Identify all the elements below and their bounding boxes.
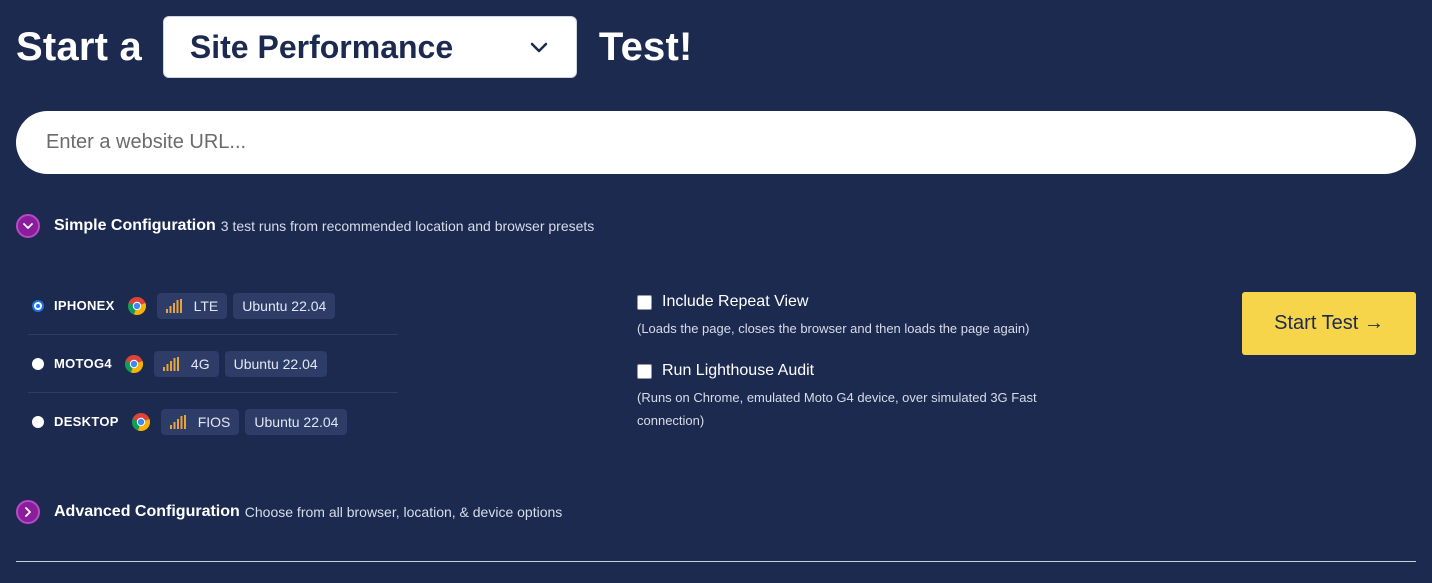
lighthouse-checkbox[interactable] xyxy=(637,363,652,379)
chrome-icon xyxy=(131,412,150,431)
test-options: Include Repeat View (Loads the page, clo… xyxy=(637,293,1097,448)
chrome-icon xyxy=(127,296,146,315)
headline-suffix: Test! xyxy=(598,24,693,69)
start-test-button[interactable]: Start Test → xyxy=(1242,292,1416,355)
preset-list: IPHONEX LTE Ubuntu 22.04 MOTOG4 4G Ubunt… xyxy=(28,277,398,450)
simple-config-description: 3 test runs from recommended location an… xyxy=(220,218,595,234)
lighthouse-label[interactable]: Run Lighthouse Audit xyxy=(637,362,1097,380)
connection-label: LTE xyxy=(193,297,219,314)
os-chip: Ubuntu 22.04 xyxy=(233,292,336,319)
preset-row-desktop[interactable]: DESKTOP FIOS Ubuntu 22.04 xyxy=(28,393,398,450)
signal-bars-icon xyxy=(169,414,186,429)
advanced-config-toggle[interactable]: Advanced Configuration Choose from all b… xyxy=(16,500,562,524)
signal-bars-icon xyxy=(165,298,182,313)
preset-row-motog4[interactable]: MOTOG4 4G Ubuntu 22.04 xyxy=(28,335,398,393)
advanced-config-description: Choose from all browser, location, & dev… xyxy=(244,504,563,520)
test-type-select[interactable]: Site Performance xyxy=(162,16,577,78)
simple-config-toggle[interactable]: Simple Configuration 3 test runs from re… xyxy=(16,214,594,238)
preset-radio[interactable] xyxy=(32,357,44,370)
repeat-view-label[interactable]: Include Repeat View xyxy=(637,293,1097,311)
os-chip: Ubuntu 22.04 xyxy=(224,350,327,377)
chevron-down-circle-icon xyxy=(16,214,40,238)
preset-device: DESKTOP xyxy=(54,414,119,429)
os-chip: Ubuntu 22.04 xyxy=(245,408,348,435)
connection-label: FIOS xyxy=(197,413,231,430)
lighthouse-text: Run Lighthouse Audit xyxy=(662,362,815,379)
repeat-view-help: (Loads the page, closes the browser and … xyxy=(637,321,1030,336)
headline-prefix: Start a xyxy=(16,24,142,69)
signal-bars-icon xyxy=(162,356,179,371)
preset-radio[interactable] xyxy=(32,415,44,428)
test-type-selected: Site Performance xyxy=(189,28,454,65)
repeat-view-checkbox[interactable] xyxy=(637,294,652,310)
headline: Start a Site Performance Test! xyxy=(16,14,693,80)
simple-config-title: Simple Configuration xyxy=(54,217,216,234)
chevron-down-icon xyxy=(530,42,548,53)
preset-device: MOTOG4 xyxy=(54,356,112,371)
divider xyxy=(16,561,1416,562)
lighthouse-help: (Runs on Chrome, emulated Moto G4 device… xyxy=(637,390,1037,428)
advanced-config-title: Advanced Configuration xyxy=(54,503,240,520)
repeat-view-option: Include Repeat View (Loads the page, clo… xyxy=(637,293,1097,340)
connection-chip: FIOS xyxy=(160,408,240,435)
url-input[interactable] xyxy=(16,111,1416,174)
connection-label: 4G xyxy=(190,355,210,372)
preset-device: IPHONEX xyxy=(54,298,115,313)
preset-radio[interactable] xyxy=(32,299,44,312)
repeat-view-text: Include Repeat View xyxy=(662,293,809,310)
chrome-icon xyxy=(124,354,143,373)
connection-chip: 4G xyxy=(153,350,219,377)
chevron-right-circle-icon xyxy=(16,500,40,524)
lighthouse-option: Run Lighthouse Audit (Runs on Chrome, em… xyxy=(637,362,1097,432)
connection-chip: LTE xyxy=(156,292,228,319)
preset-row-iphonex[interactable]: IPHONEX LTE Ubuntu 22.04 xyxy=(28,277,398,335)
